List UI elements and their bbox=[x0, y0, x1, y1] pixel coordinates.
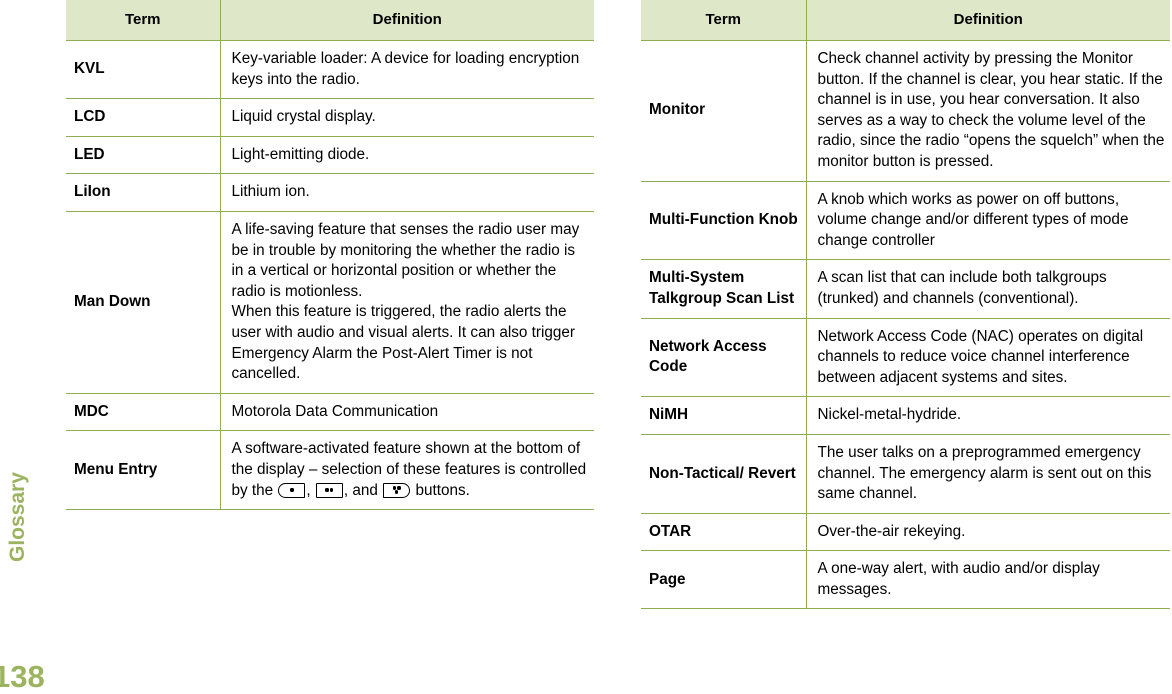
definition-separator-2: , and bbox=[343, 481, 383, 499]
definition-cell: Light-emitting diode. bbox=[220, 136, 594, 175]
chapter-tab-label: Glossary bbox=[6, 472, 29, 562]
term-cell: OTAR bbox=[641, 513, 807, 552]
definition-paragraph: When this feature is triggered, the radi… bbox=[231, 303, 576, 383]
term-cell: Multi-Function Knob bbox=[641, 181, 807, 261]
definition-separator-1: , bbox=[306, 481, 315, 499]
menu-select-center-button-icon bbox=[315, 482, 343, 498]
table-row: Menu Entry A software-activated feature … bbox=[66, 430, 594, 511]
table-row: OTAR Over-the-air rekeying. bbox=[641, 513, 1170, 552]
glossary-table-left: Term Definition KVL Key-variable loader:… bbox=[66, 0, 594, 511]
definition-cell: Check channel activity by pressing the M… bbox=[806, 40, 1170, 182]
definition-cell: The user talks on a preprogrammed emerge… bbox=[806, 434, 1170, 514]
column-header-term: Term bbox=[66, 0, 221, 41]
definition-cell: Lithium ion. bbox=[220, 173, 594, 212]
term-cell: Non-Tactical/ Revert bbox=[641, 434, 807, 514]
table-header-row: Term Definition bbox=[66, 0, 594, 41]
table-row: Network Access Code Network Access Code … bbox=[641, 318, 1170, 398]
table-row: Monitor Check channel activity by pressi… bbox=[641, 40, 1170, 182]
term-cell: NiMH bbox=[641, 396, 807, 435]
table-row: NiMH Nickel-metal-hydride. bbox=[641, 396, 1170, 435]
table-row: KVL Key-variable loader: A device for lo… bbox=[66, 40, 594, 100]
table-row: Multi-Function Knob A knob which works a… bbox=[641, 181, 1170, 261]
definition-cell: Key-variable loader: A device for loadin… bbox=[220, 40, 594, 100]
term-cell: Monitor bbox=[641, 40, 807, 182]
page-number: 138 bbox=[0, 659, 45, 694]
column-header-definition: Definition bbox=[806, 0, 1170, 41]
table-row: LiIon Lithium ion. bbox=[66, 173, 594, 212]
table-row: MDC Motorola Data Communication bbox=[66, 393, 594, 432]
definition-cell: A one-way alert, with audio and/or displ… bbox=[806, 550, 1170, 610]
table-row: LCD Liquid crystal display. bbox=[66, 98, 594, 137]
term-cell: Network Access Code bbox=[641, 318, 807, 398]
definition-cell: Motorola Data Communication bbox=[220, 393, 594, 432]
table-header-row: Term Definition bbox=[641, 0, 1170, 41]
term-cell: Menu Entry bbox=[66, 430, 221, 511]
definition-text-after: buttons. bbox=[411, 481, 470, 499]
term-cell: Multi-System Talkgroup Scan List bbox=[641, 259, 807, 319]
definition-cell: A scan list that can include both talkgr… bbox=[806, 259, 1170, 319]
column-header-definition: Definition bbox=[220, 0, 594, 41]
table-row: Page A one-way alert, with audio and/or … bbox=[641, 550, 1170, 610]
term-cell: Man Down bbox=[66, 211, 221, 394]
table-row: Man Down A life-saving feature that sens… bbox=[66, 211, 594, 394]
glossary-page: Glossary 138 Term Definition KVL Key-var… bbox=[0, 0, 1172, 694]
menu-select-left-button-icon bbox=[278, 482, 306, 498]
table-row: LED Light-emitting diode. bbox=[66, 136, 594, 175]
chapter-sidebar: Glossary 138 bbox=[0, 0, 66, 694]
definition-cell: Nickel-metal-hydride. bbox=[806, 396, 1170, 435]
definition-cell: A software-activated feature shown at th… bbox=[220, 430, 594, 511]
term-cell: LiIon bbox=[66, 173, 221, 212]
term-cell: MDC bbox=[66, 393, 221, 432]
definition-cell: Liquid crystal display. bbox=[220, 98, 594, 137]
definition-cell: Network Access Code (NAC) operates on di… bbox=[806, 318, 1170, 398]
glossary-table-right: Term Definition Monitor Check channel ac… bbox=[641, 0, 1170, 610]
term-cell: LCD bbox=[66, 98, 221, 137]
table-row: Multi-System Talkgroup Scan List A scan … bbox=[641, 259, 1170, 319]
definition-paragraph: A life-saving feature that senses the ra… bbox=[231, 220, 580, 300]
column-header-term: Term bbox=[641, 0, 807, 41]
term-cell: KVL bbox=[66, 40, 221, 100]
term-cell: Page bbox=[641, 550, 807, 610]
definition-cell: A life-saving feature that senses the ra… bbox=[220, 211, 594, 394]
term-cell: LED bbox=[66, 136, 221, 175]
definition-cell: A knob which works as power on off butto… bbox=[806, 181, 1170, 261]
definition-cell: Over-the-air rekeying. bbox=[806, 513, 1170, 552]
menu-select-right-button-icon bbox=[383, 482, 411, 498]
table-row: Non-Tactical/ Revert The user talks on a… bbox=[641, 434, 1170, 514]
